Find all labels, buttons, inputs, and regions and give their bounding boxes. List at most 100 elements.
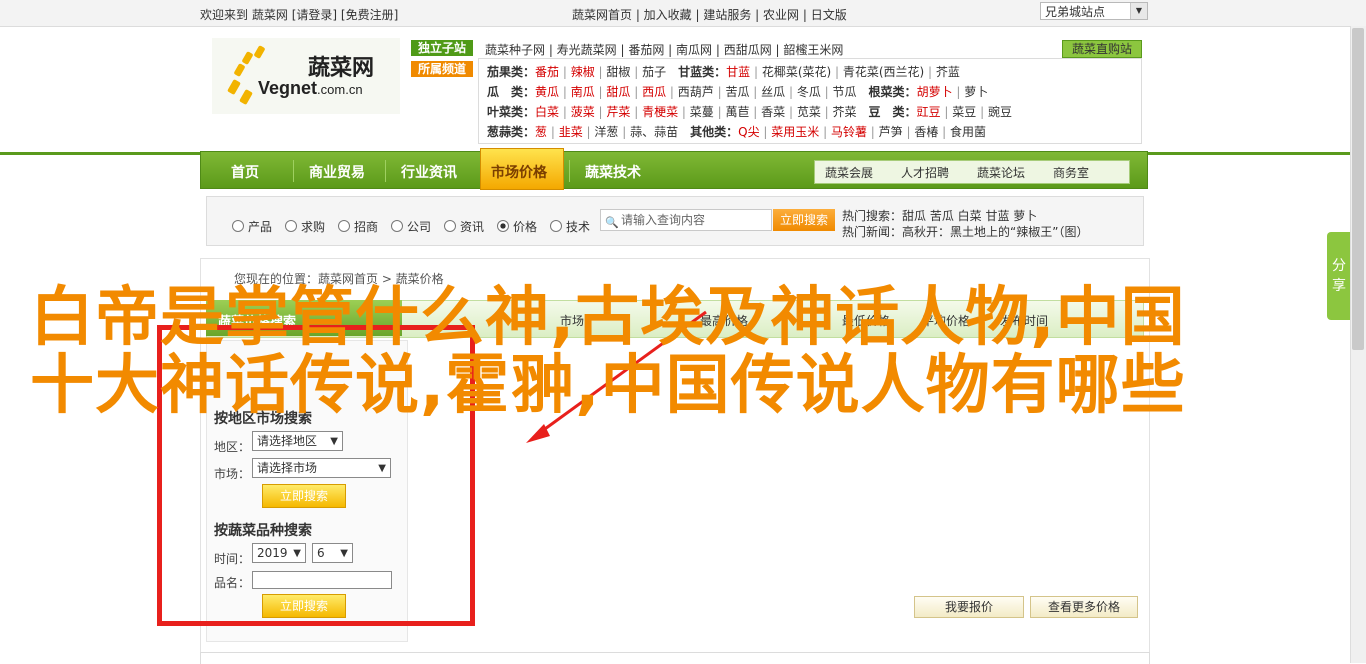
category-link[interactable]: 豌豆 [988,105,1012,119]
category-link[interactable]: 韭菜 [559,125,583,139]
site-logo[interactable]: 蔬菜网 Vegnet.com.cn [212,38,400,114]
category-link[interactable]: 丝瓜 [761,85,785,99]
share-tab[interactable]: 分享 [1327,232,1351,320]
category-link[interactable]: 节瓜 [833,85,857,99]
nav-divider [293,160,294,182]
search-option-news[interactable]: 资讯 [444,218,484,235]
separator: | [559,85,571,99]
search-option-wanted[interactable]: 求购 [285,218,325,235]
category-link[interactable]: 芦笋 [879,125,903,139]
report-price-button[interactable]: 我要报价 [914,596,1024,618]
separator: | [940,105,953,119]
category-link[interactable]: 豇豆 [917,105,941,119]
search-icon: 🔍 [605,216,619,229]
category-link[interactable]: 番茄 [535,65,559,79]
category-link[interactable]: 香椿 [914,125,938,139]
separator: | [630,65,643,79]
sub-nav-office[interactable]: 商务室 [1053,164,1089,181]
category-link[interactable]: 马铃薯 [831,125,867,139]
separator: | [594,85,607,99]
top-links[interactable]: 蔬菜网首页 | 加入收藏 | 建站服务 | 农业网 | 日文版 [572,6,847,23]
search-option-product[interactable]: 产品 [232,218,272,235]
category-link[interactable]: 冬瓜 [797,85,821,99]
category-link[interactable]: 菜用玉米 [771,125,819,139]
category-link[interactable]: 青花菜(西兰花) [843,65,924,79]
category-link[interactable]: 菠菜 [571,105,595,119]
category-link[interactable]: 苋菜 [797,105,821,119]
separator: | [819,125,831,139]
search-option-price[interactable]: 价格 [497,218,537,235]
category-link[interactable]: 胡萝卜 [917,85,953,99]
share-label: 分享 [1332,258,1346,294]
category-link[interactable]: 黄瓜 [535,85,559,99]
logo-leaf-icon [227,78,241,96]
category-link[interactable]: 甜椒 [606,65,630,79]
category-link[interactable]: 南瓜 [571,85,595,99]
category-link[interactable]: 萬苣 [725,105,749,119]
login-link[interactable]: [请登录] [292,8,337,22]
separator: | [594,105,607,119]
category-link[interactable]: 洋葱 [594,125,618,139]
separator: | [785,105,797,119]
separator: | [559,105,571,119]
category-link[interactable]: 西瓜 [642,85,666,99]
separator: | [952,85,965,99]
search-option-invest[interactable]: 招商 [338,218,378,235]
category-link[interactable]: 芥菜 [833,105,857,119]
category-link[interactable]: 白菜 [535,105,559,119]
category-link[interactable]: 茄子 [642,65,666,79]
separator: | [976,105,988,119]
nav-divider [385,160,386,182]
top-bar: 欢迎来到 蔬菜网 [请登录] [免费注册] 蔬菜网首页 | 加入收藏 | 建站服… [0,0,1366,27]
register-link[interactable]: [免费注册] [341,8,398,22]
site-link[interactable]: 蔬菜网 [252,8,288,22]
nav-item-news[interactable]: 行业资讯 [401,162,457,182]
category-link[interactable]: 青梗菜 [642,105,678,119]
category-link[interactable]: 芹菜 [606,105,630,119]
direct-buy-link[interactable]: 蔬菜直购站 [1062,40,1142,58]
category-link[interactable]: 甘蓝 [726,65,750,79]
category-heading: 茄果类： [487,65,536,79]
sub-nav-forum[interactable]: 蔬菜论坛 [977,164,1025,181]
category-link[interactable]: 葱 [535,125,547,139]
category-link[interactable]: 西葫芦 [678,85,714,99]
category-link[interactable]: 苦瓜 [725,85,749,99]
category-link[interactable]: Q尖 [738,125,759,139]
category-link[interactable]: 菜蔓 [690,105,714,119]
more-prices-button[interactable]: 查看更多价格 [1030,596,1138,618]
category-link[interactable]: 食用菌 [950,125,986,139]
category-link[interactable]: 辣椒 [571,65,595,79]
search-input[interactable]: 🔍 请输入查询内容 [600,209,772,231]
search-placeholder: 请输入查询内容 [621,213,706,227]
nav-item-trade[interactable]: 商业贸易 [309,162,365,182]
city-site-select[interactable]: 兄弟城站点 ▼ [1040,2,1148,20]
search-button[interactable]: 立即搜索 [773,209,835,231]
nav-item-tech[interactable]: 蔬菜技术 [585,162,641,182]
welcome-text: 欢迎来到 [200,8,249,22]
sub-nav-jobs[interactable]: 人才招聘 [901,164,949,181]
sub-nav-expo[interactable]: 蔬菜会展 [825,164,873,181]
hot-news-link[interactable]: 高秋开：黑土地上的“辣椒王”（图） [902,225,1088,239]
category-link[interactable]: 芥蓝 [936,65,960,79]
search-option-company[interactable]: 公司 [391,218,431,235]
category-link[interactable]: 甜瓜 [606,85,630,99]
scrollbar-thumb[interactable] [1352,28,1364,350]
nav-item-home[interactable]: 首页 [231,162,259,182]
category-link[interactable]: 萝卜 [964,85,988,99]
separator: | [666,85,678,99]
top-bar-left: 欢迎来到 蔬菜网 [请登录] [免费注册] [200,6,398,23]
category-link[interactable]: 香菜 [761,105,785,119]
nav-item-price-active[interactable]: 市场价格 [480,148,564,190]
hot-search-links[interactable]: 甜瓜 苦瓜 白菜 甘蓝 萝卜 [902,209,1037,223]
category-heading: 葱蒜类： [487,125,536,139]
separator: | [749,105,762,119]
category-heading: 瓜 类： [487,85,536,99]
search-option-tech[interactable]: 技术 [550,218,590,235]
category-link[interactable]: 花椰菜(菜花) [762,65,831,79]
category-link[interactable]: 菜豆 [952,105,976,119]
category-heading: 甘蓝类： [678,65,727,79]
category-link[interactable]: 蒜、蒜苗 [630,125,678,139]
category-heading: 其他类： [690,125,739,139]
independent-sites-links[interactable]: 蔬菜种子网 | 寿光蔬菜网 | 番茄网 | 南瓜网 | 西甜瓜网 | 韶櫁王米网 [485,41,843,58]
